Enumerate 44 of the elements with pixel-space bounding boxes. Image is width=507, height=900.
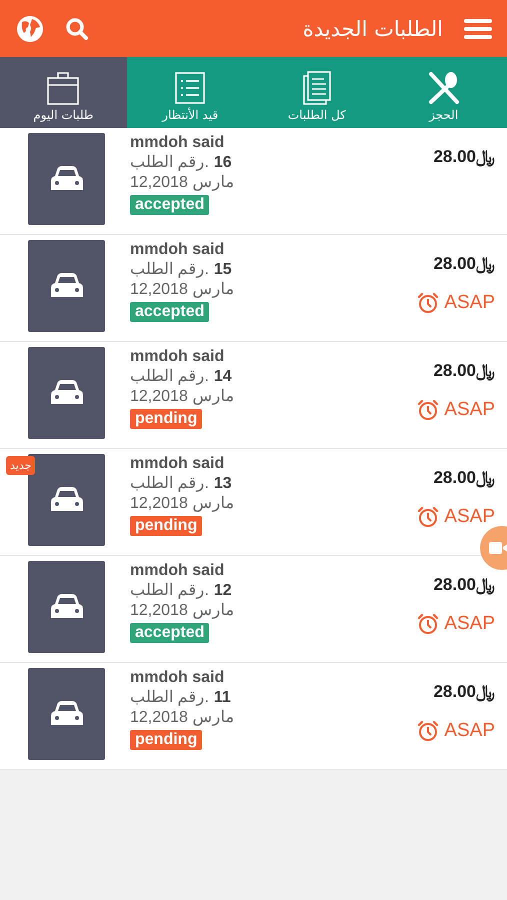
asap-label: ASAP	[444, 720, 495, 742]
asap-label: ASAP	[444, 613, 495, 635]
customer-name: mmdoh said	[130, 347, 224, 367]
price: 28.00﷼	[433, 254, 495, 274]
video-camera-icon	[488, 539, 507, 557]
search-icon[interactable]	[64, 16, 90, 42]
price: 28.00﷼	[433, 468, 495, 488]
list-icon	[173, 70, 208, 106]
alarm-clock-icon	[417, 506, 440, 528]
order-date: مارس 12,2018	[130, 494, 234, 514]
asap-label: ASAP	[444, 292, 495, 314]
order-date: مارس 12,2018	[130, 601, 234, 621]
status-badge: accepted	[130, 195, 210, 215]
price: 28.00﷼	[433, 575, 495, 595]
customer-name: mmdoh said	[130, 240, 224, 260]
status-badge: pending	[130, 409, 202, 429]
order-date: مارس 12,2018	[130, 387, 234, 407]
customer-name: mmdoh said	[130, 668, 224, 688]
briefcase-icon	[46, 70, 80, 106]
customer-name: mmdoh said	[130, 561, 224, 581]
menu-icon[interactable]	[463, 16, 493, 40]
fork-spoon-icon	[426, 70, 461, 106]
price: 28.00﷼	[433, 682, 495, 702]
asap-label: ASAP	[444, 506, 495, 528]
alarm-clock-icon	[417, 613, 440, 635]
status-badge: pending	[130, 516, 202, 536]
alarm-clock-icon	[417, 720, 440, 742]
new-badge: جديد	[6, 456, 36, 475]
alarm-clock-icon	[417, 399, 440, 421]
tab[interactable]: طلبات اليوم	[0, 57, 127, 128]
status-badge: accepted	[130, 302, 210, 322]
page-title: الطلبات الجديدة	[302, 16, 443, 40]
order-date: مارس 12,2018	[130, 173, 234, 193]
alarm-clock-icon	[417, 292, 440, 314]
price: 28.00﷼	[433, 361, 495, 381]
asap-label: ASAP	[444, 399, 495, 421]
customer-name: mmdoh said	[130, 133, 224, 153]
order-date: مارس 12,2018	[130, 708, 234, 728]
globe-icon[interactable]	[16, 14, 44, 42]
price: 28.00﷼	[433, 147, 495, 167]
status-badge: accepted	[130, 623, 210, 643]
status-badge: pending	[130, 730, 202, 750]
order-date: مارس 12,2018	[130, 280, 234, 300]
customer-name: mmdoh said	[130, 454, 224, 474]
